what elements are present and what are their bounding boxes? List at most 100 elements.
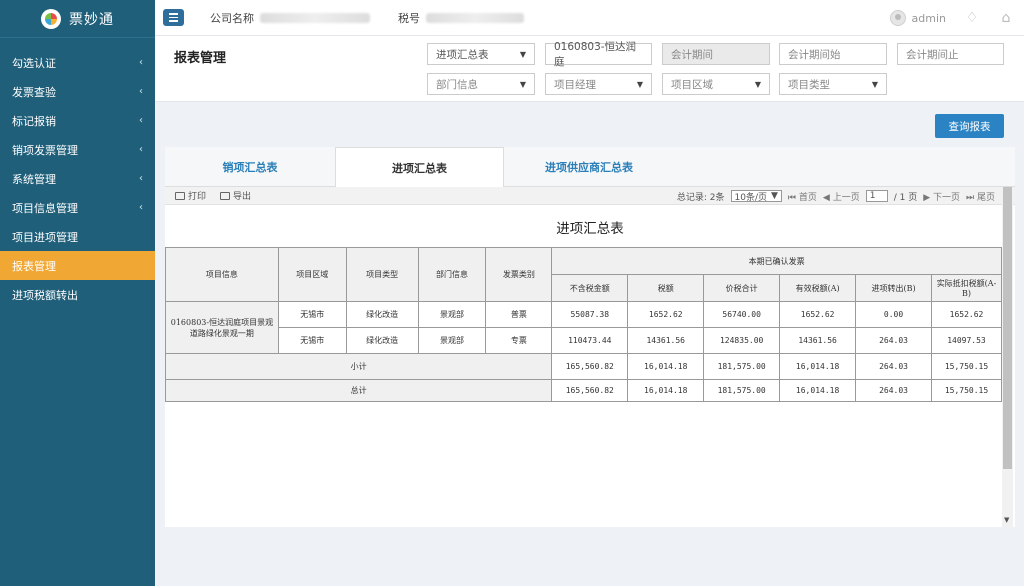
- pager: 总记录: 2条 10条/页 ▼ ⏮ 首页 ◀ 上一页 1 / 1 页 ▶ 下一页 …: [677, 187, 995, 205]
- cell-value: 110473.44: [551, 327, 629, 354]
- next-page-button[interactable]: ▶ 下一页: [923, 190, 960, 203]
- total-value: 264.03: [855, 379, 932, 402]
- header-col: 进项转出(B): [855, 274, 932, 302]
- cell-value: 1652.62: [627, 301, 705, 328]
- period-end-input[interactable]: 会计期间止: [897, 43, 1004, 65]
- bell-icon[interactable]: ♢: [964, 10, 980, 26]
- vertical-scrollbar[interactable]: ▼: [1002, 187, 1013, 527]
- printer-icon: [175, 191, 185, 200]
- sidebar-item-reports[interactable]: 报表管理: [0, 251, 155, 280]
- sidebar-item-tax-transfer[interactable]: 进项税额转出: [0, 280, 155, 309]
- chevron-left-icon: ‹: [139, 144, 143, 155]
- home-icon[interactable]: ⌂: [998, 10, 1014, 26]
- company-label: 公司名称: [210, 11, 254, 25]
- scroll-down-icon[interactable]: ▼: [1004, 516, 1009, 524]
- prev-page-button[interactable]: ◀ 上一页: [823, 190, 860, 203]
- header-col: 税额: [627, 274, 705, 302]
- total-records: 总记录: 2条: [676, 192, 725, 203]
- total-value: 165,560.82: [551, 379, 629, 402]
- sidebar-item-project-info[interactable]: 项目信息管理 ‹: [0, 193, 155, 222]
- caret-down-icon: ▼: [519, 79, 526, 89]
- report-panel: 销项汇总表 进项汇总表 进项供应商汇总表 打印 导出 总记录: 2条 10条/页…: [164, 147, 1015, 527]
- cell-value: 56740.00: [703, 301, 781, 328]
- sidebar: 票妙通 勾选认证 ‹ 发票查验 ‹ 标记报销 ‹ 销项发票管理 ‹ 系统管理 ‹ 项目信息…: [0, 0, 155, 586]
- total-label: 总计: [164, 379, 553, 402]
- cell-value: 14361.56: [627, 327, 705, 354]
- sidebar-item-label: 标记报销: [12, 114, 56, 128]
- report-toolbar: 打印 导出 总记录: 2条 10条/页 ▼ ⏮ 首页 ◀ 上一页 1 / 1 页 …: [165, 187, 1015, 205]
- brand: 票妙通: [0, 0, 155, 38]
- caret-down-icon: ▼: [636, 79, 643, 89]
- avatar: [889, 10, 906, 26]
- page-title: 报表管理: [174, 51, 227, 66]
- print-label: 打印: [188, 192, 207, 202]
- period-start-input[interactable]: 会计期间始: [779, 43, 887, 65]
- cell-department: 景观部: [417, 327, 487, 354]
- region-select[interactable]: 项目区域 ▼: [662, 73, 770, 95]
- tab-input-summary[interactable]: 进项汇总表: [335, 147, 504, 188]
- sidebar-item-project-input[interactable]: 项目进项管理: [0, 222, 155, 251]
- page-size-select[interactable]: 10条/页 ▼: [730, 190, 782, 203]
- cell-value: 55087.38: [551, 301, 629, 328]
- tab-sales-summary[interactable]: 销项汇总表: [165, 147, 335, 187]
- report-table: 项目信息 项目区域 项目类型 部门信息 发票类别 本期已确认发票 不含税金额 税…: [164, 247, 1003, 402]
- sidebar-item-chayan[interactable]: 发票查验 ‹: [0, 77, 155, 106]
- sidebar-item-system[interactable]: 系统管理 ‹: [0, 164, 155, 193]
- caret-down-icon: ▼: [771, 191, 778, 201]
- sidebar-item-label: 进项税额转出: [12, 288, 78, 302]
- sidebar-item-xiaoxiang[interactable]: 销项发票管理 ‹: [0, 135, 155, 164]
- brand-logo-icon: [41, 8, 61, 29]
- next-page-label: 下一页: [933, 192, 961, 203]
- department-placeholder: 部门信息: [436, 78, 478, 91]
- department-select[interactable]: 部门信息 ▼: [427, 73, 535, 95]
- query-report-button[interactable]: 查询报表: [935, 114, 1004, 138]
- sidebar-item-gouxuan[interactable]: 勾选认证 ‹: [0, 48, 155, 77]
- subtotal-label: 小计: [164, 353, 553, 380]
- cell-value: 264.03: [855, 327, 932, 354]
- cell-value: 1652.62: [930, 301, 1003, 328]
- menu-toggle-button[interactable]: [163, 9, 184, 26]
- cell-department: 景观部: [417, 301, 487, 328]
- category-placeholder: 项目类型: [788, 78, 830, 91]
- page-number-input[interactable]: 1: [865, 190, 888, 202]
- tax-label: 税号: [398, 11, 420, 25]
- subtotal-value: 165,560.82: [551, 353, 629, 380]
- sidebar-item-baoxiao[interactable]: 标记报销 ‹: [0, 106, 155, 135]
- table-row: 无锡市 绿化改造 景观部 专票 110473.44 14361.56 12483…: [166, 327, 1003, 354]
- header-col: 实际抵扣税额(A-B): [930, 274, 1003, 302]
- user-menu[interactable]: admin: [889, 10, 946, 26]
- first-page-button[interactable]: ⏮ 首页: [788, 190, 817, 203]
- topbar: 公司名称 税号 admin ♢ ⌂: [155, 0, 1024, 36]
- page-of: / 1 页: [893, 192, 918, 203]
- cell-type: 绿化改造: [345, 301, 419, 328]
- sidebar-item-label: 项目进项管理: [12, 230, 78, 244]
- report-title: 进项汇总表: [556, 221, 624, 237]
- scrollbar-thumb[interactable]: [1003, 187, 1012, 469]
- chevron-left-icon: ‹: [139, 86, 143, 97]
- header-invoice-type: 发票类别: [485, 247, 553, 302]
- subtotal-value: 15,750.15: [930, 353, 1003, 380]
- period-placeholder: 会计期间: [671, 48, 713, 61]
- subtotal-value: 181,575.00: [703, 353, 781, 380]
- sidebar-item-label: 销项发票管理: [12, 143, 78, 157]
- region-placeholder: 项目区域: [671, 78, 713, 91]
- export-button[interactable]: 导出: [220, 189, 251, 202]
- project-input[interactable]: 0160803-恒达润庭: [545, 41, 652, 68]
- chevron-left-icon: ‹: [139, 173, 143, 184]
- last-page-button[interactable]: ⏭ 尾页: [966, 190, 995, 203]
- category-select[interactable]: 项目类型 ▼: [779, 73, 887, 95]
- filter-bar: 报表管理 进项汇总表 ▼ 0160803-恒达润庭 会计期间 会计期间始 会计期间…: [155, 36, 1024, 102]
- cell-region: 无锡市: [277, 327, 347, 354]
- project-value: 0160803-恒达润庭: [554, 41, 637, 68]
- tab-supplier-summary[interactable]: 进项供应商汇总表: [504, 147, 674, 187]
- caret-down-icon: ▼: [519, 49, 526, 59]
- cell-region: 无锡市: [277, 301, 347, 328]
- print-button[interactable]: 打印: [175, 189, 206, 202]
- header-col: 不含税金额: [551, 274, 629, 302]
- period-input[interactable]: 会计期间: [662, 43, 770, 65]
- header-region: 项目区域: [277, 247, 347, 302]
- manager-select[interactable]: 项目经理 ▼: [545, 73, 652, 95]
- report-type-select[interactable]: 进项汇总表 ▼: [427, 43, 535, 65]
- cell-value: 0.00: [855, 301, 932, 328]
- cell-invoice-type: 专票: [485, 327, 553, 354]
